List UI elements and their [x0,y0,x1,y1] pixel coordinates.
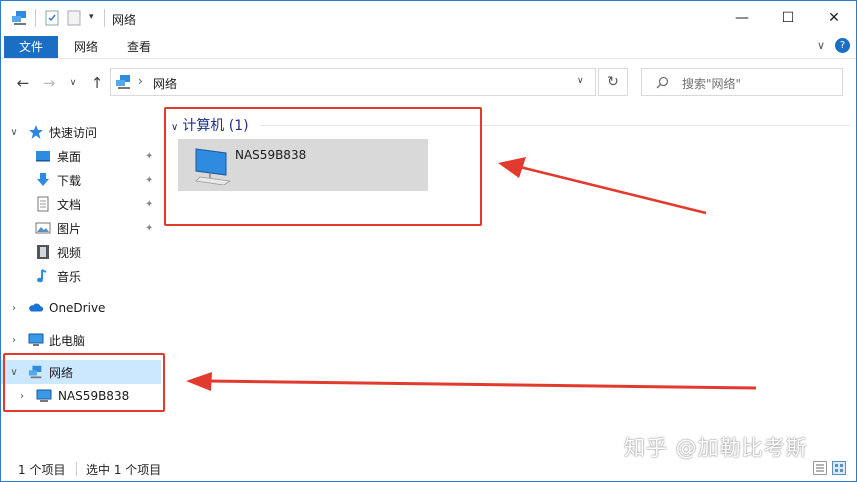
annotation-arrow-bottom [186,372,757,391]
watermark: 知乎 @加勒比考斯 [624,436,808,460]
annotation-arrows [186,157,757,391]
annotation-arrow-top [498,157,707,215]
